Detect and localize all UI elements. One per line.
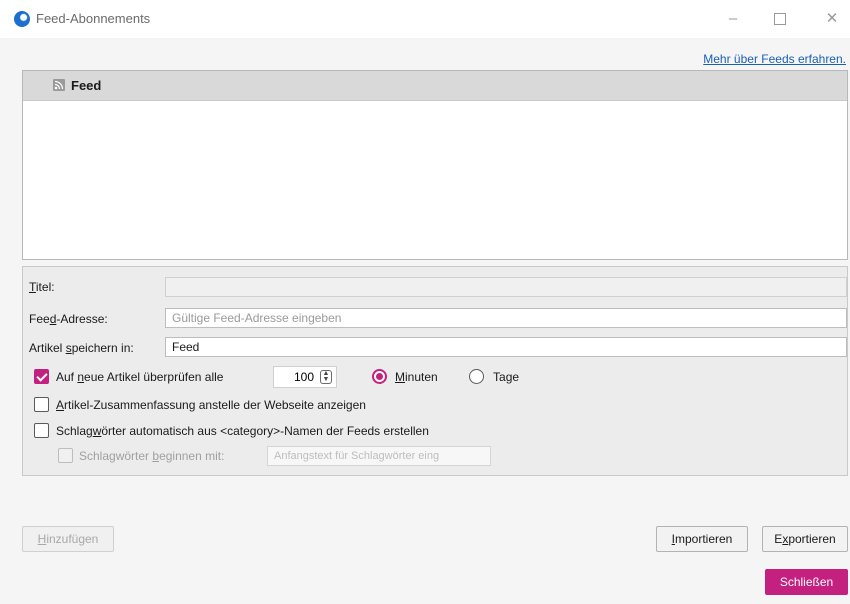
check-new-articles-label: Auf neue Artikel überprüfen alle [56, 370, 224, 384]
tags-prefix-checkbox[interactable] [58, 448, 73, 463]
days-label: Tage [493, 370, 520, 384]
feed-address-input[interactable] [165, 308, 847, 328]
title-bar: Feed-Abonnements – ✕ [0, 0, 850, 38]
days-radio[interactable] [469, 369, 484, 384]
tags-prefix-label: Schlagwörter beginnen mit: [79, 449, 225, 463]
close-button[interactable]: Schließen [765, 569, 848, 595]
feed-address-label: Feed-Adresse: [29, 312, 108, 326]
export-button[interactable]: Exportieren [762, 526, 848, 552]
interval-stepper[interactable]: ▲▼ [273, 366, 337, 388]
interval-input[interactable] [276, 369, 316, 385]
feed-properties-panel: Titel: Feed-Adresse: Artikel speichern i… [22, 266, 848, 476]
auto-tags-checkbox[interactable] [34, 423, 49, 438]
add-button[interactable]: Hinzufügen [22, 526, 114, 552]
import-button[interactable]: Importieren [656, 526, 748, 552]
show-summary-label: Artikel-Zusammenfassung anstelle der Web… [56, 398, 366, 412]
feed-tree[interactable]: Feed [22, 70, 848, 260]
store-in-label: Artikel speichern in: [29, 341, 134, 355]
thunderbird-logo-icon [14, 11, 30, 27]
auto-tags-label: Schlagwörter automatisch aus <category>-… [56, 424, 429, 438]
store-in-field[interactable] [165, 337, 847, 357]
minimize-button[interactable]: – [713, 6, 753, 32]
close-window-button[interactable]: ✕ [812, 6, 850, 32]
maximize-button[interactable] [760, 6, 800, 32]
show-summary-checkbox[interactable] [34, 397, 49, 412]
spin-arrows-icon[interactable]: ▲ ▼ [320, 370, 332, 384]
maximize-icon [774, 13, 786, 26]
rss-icon [53, 79, 65, 91]
minutes-label: Minuten [395, 370, 438, 384]
window-title: Feed-Abonnements [36, 11, 151, 26]
title-label: Titel: [29, 280, 55, 294]
minutes-radio[interactable] [372, 369, 387, 384]
feed-tree-header[interactable]: Feed [23, 71, 847, 101]
check-new-articles-checkbox[interactable] [34, 369, 49, 384]
tags-prefix-input[interactable] [267, 446, 491, 466]
title-field[interactable] [165, 277, 847, 297]
feed-column-header: Feed [71, 78, 102, 93]
learn-more-feeds-link[interactable]: Mehr über Feeds erfahren. [703, 52, 846, 66]
